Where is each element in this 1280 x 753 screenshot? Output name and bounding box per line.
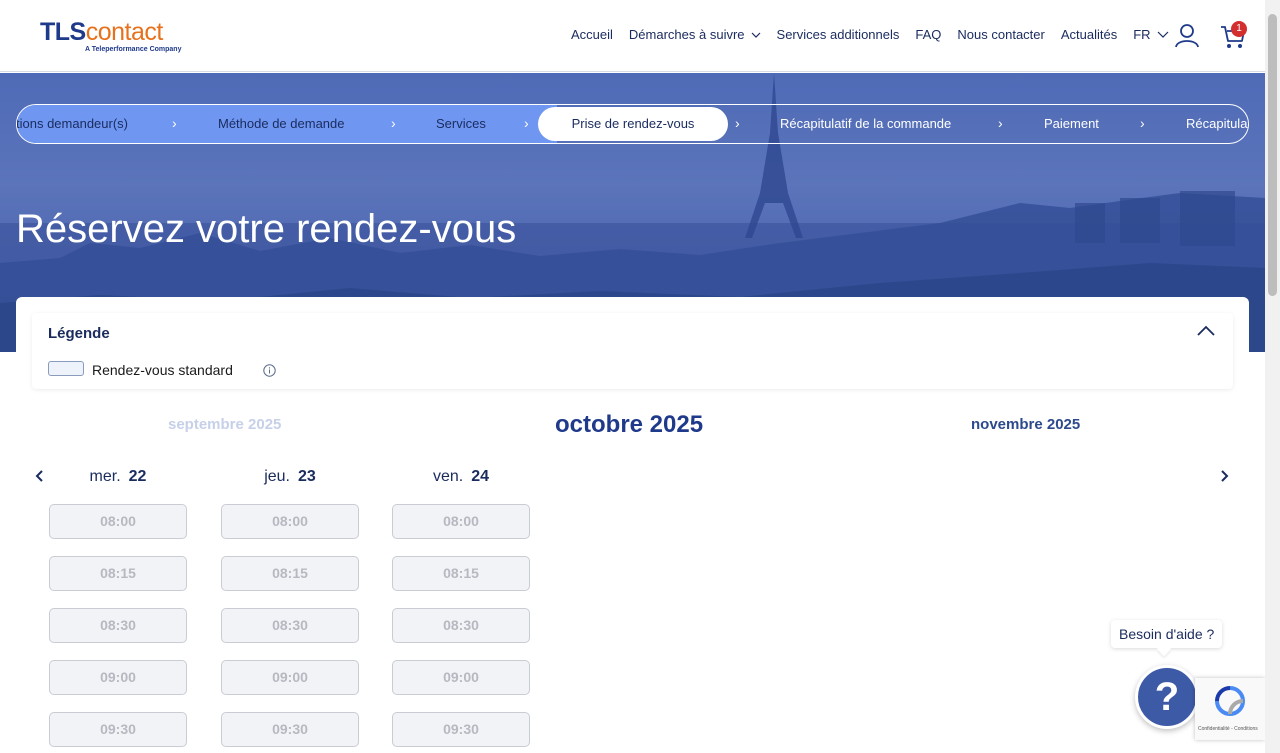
legend-title: Légende (48, 325, 110, 342)
time-slot[interactable]: 08:00 (49, 504, 187, 539)
time-slot[interactable]: 09:00 (392, 660, 530, 695)
time-slot[interactable]: 08:30 (49, 608, 187, 643)
page-scrollbar[interactable] (1265, 0, 1280, 753)
tlscontact-logo[interactable]: TLScontact A Teleperformance Company (40, 18, 181, 53)
nav-accueil[interactable]: Accueil (571, 27, 613, 42)
step-recapitulatif-commande[interactable]: Récapitulatif de la commande (780, 116, 951, 131)
step-informations-demandeurs[interactable]: tions demandeur(s) (17, 116, 128, 131)
day-name: mer. (89, 468, 121, 485)
help-question-icon[interactable]: ? (1135, 665, 1199, 729)
site-header: TLScontact A Teleperformance Company Acc… (0, 0, 1265, 72)
step-prise-de-rendez-vous[interactable]: Prise de rendez-vous (538, 107, 728, 141)
help-tooltip: Besoin d'aide ? (1111, 620, 1223, 648)
logo-text-tls: TLS (40, 18, 86, 46)
day-header: ven. 24 (392, 468, 530, 490)
step-recapitulatif[interactable]: Récapitula (1186, 116, 1247, 131)
main-nav: Accueil Démarches à suivre Services addi… (571, 27, 1169, 42)
recaptcha-icon (1215, 686, 1245, 716)
legend-panel: Légende Rendez-vous standard (32, 313, 1233, 389)
chevron-right-icon: › (524, 115, 529, 131)
nav-actualites[interactable]: Actualités (1061, 27, 1117, 42)
chevron-up-icon[interactable] (1197, 325, 1215, 337)
time-slot[interactable]: 09:00 (221, 660, 359, 695)
scrollbar-thumb[interactable] (1268, 14, 1277, 296)
nav-demarches-label: Démarches à suivre (628, 27, 745, 42)
nav-demarches[interactable]: Démarches à suivre (629, 27, 761, 42)
time-slot[interactable]: 08:15 (221, 556, 359, 591)
day-number: 24 (471, 468, 490, 485)
recaptcha-terms[interactable]: Confidentialité - Conditions (1198, 726, 1258, 732)
chevron-right-icon: › (391, 115, 396, 131)
day-column: mer. 22 08:00 08:15 08:30 09:00 09:30 (49, 468, 187, 753)
time-slot[interactable]: 08:00 (392, 504, 530, 539)
appointment-card: Légende Rendez-vous standard septembre 2… (16, 297, 1249, 753)
language-selector[interactable]: FR (1133, 27, 1168, 42)
page-title: Réservez votre rendez-vous (16, 207, 517, 251)
logo-subtitle: A Teleperformance Company (85, 46, 182, 53)
chevron-right-icon: › (735, 115, 740, 131)
chevron-right-icon: › (1140, 115, 1145, 131)
month-next[interactable]: novembre 2025 (971, 416, 1080, 433)
day-column: ven. 24 08:00 08:15 08:30 09:00 09:30 (392, 468, 530, 753)
day-name: jeu. (264, 468, 290, 485)
day-column: jeu. 23 08:00 08:15 08:30 09:00 09:30 (221, 468, 359, 753)
chevron-right-icon: › (998, 115, 1003, 131)
logo-text-contact: contact (85, 18, 164, 46)
standard-appointment-swatch (48, 361, 84, 376)
nav-contact[interactable]: Nous contacter (957, 27, 1044, 42)
step-services[interactable]: Services (436, 116, 486, 131)
legend-label-standard: Rendez-vous standard (92, 362, 233, 378)
day-number: 22 (128, 468, 147, 485)
day-number: 23 (298, 468, 316, 485)
time-slot[interactable]: 09:00 (49, 660, 187, 695)
chevron-right-icon[interactable] (1218, 469, 1230, 483)
step-paiement[interactable]: Paiement (1044, 116, 1099, 131)
chevron-right-icon: › (172, 115, 177, 131)
recaptcha-badge[interactable]: Confidentialité - Conditions (1195, 678, 1265, 740)
time-slot[interactable]: 09:30 (221, 712, 359, 747)
time-slot[interactable]: 09:30 (49, 712, 187, 747)
chevron-left-icon[interactable] (34, 469, 46, 483)
day-header: jeu. 23 (221, 468, 359, 490)
info-icon[interactable] (263, 364, 276, 377)
day-header: mer. 22 (49, 468, 187, 490)
progress-stepper: tions demandeur(s) › Méthode de demande … (16, 104, 1249, 144)
time-slot[interactable]: 08:30 (392, 608, 530, 643)
nav-services-additionnels[interactable]: Services additionnels (777, 27, 900, 42)
cart-count-badge: 1 (1231, 21, 1247, 37)
language-label: FR (1133, 27, 1151, 42)
time-slot[interactable]: 08:15 (392, 556, 530, 591)
step-methode-de-demande[interactable]: Méthode de demande (218, 116, 344, 131)
chevron-down-icon (1157, 31, 1168, 38)
time-slot[interactable]: 08:00 (221, 504, 359, 539)
nav-faq[interactable]: FAQ (915, 27, 941, 42)
user-account-icon[interactable] (1174, 22, 1200, 48)
month-current: octobre 2025 (555, 411, 704, 438)
day-name: ven. (432, 468, 464, 485)
time-slot[interactable]: 09:30 (392, 712, 530, 747)
chevron-down-icon (751, 32, 760, 38)
time-slot[interactable]: 08:30 (221, 608, 359, 643)
time-slot[interactable]: 08:15 (49, 556, 187, 591)
month-previous[interactable]: septembre 2025 (168, 416, 281, 433)
